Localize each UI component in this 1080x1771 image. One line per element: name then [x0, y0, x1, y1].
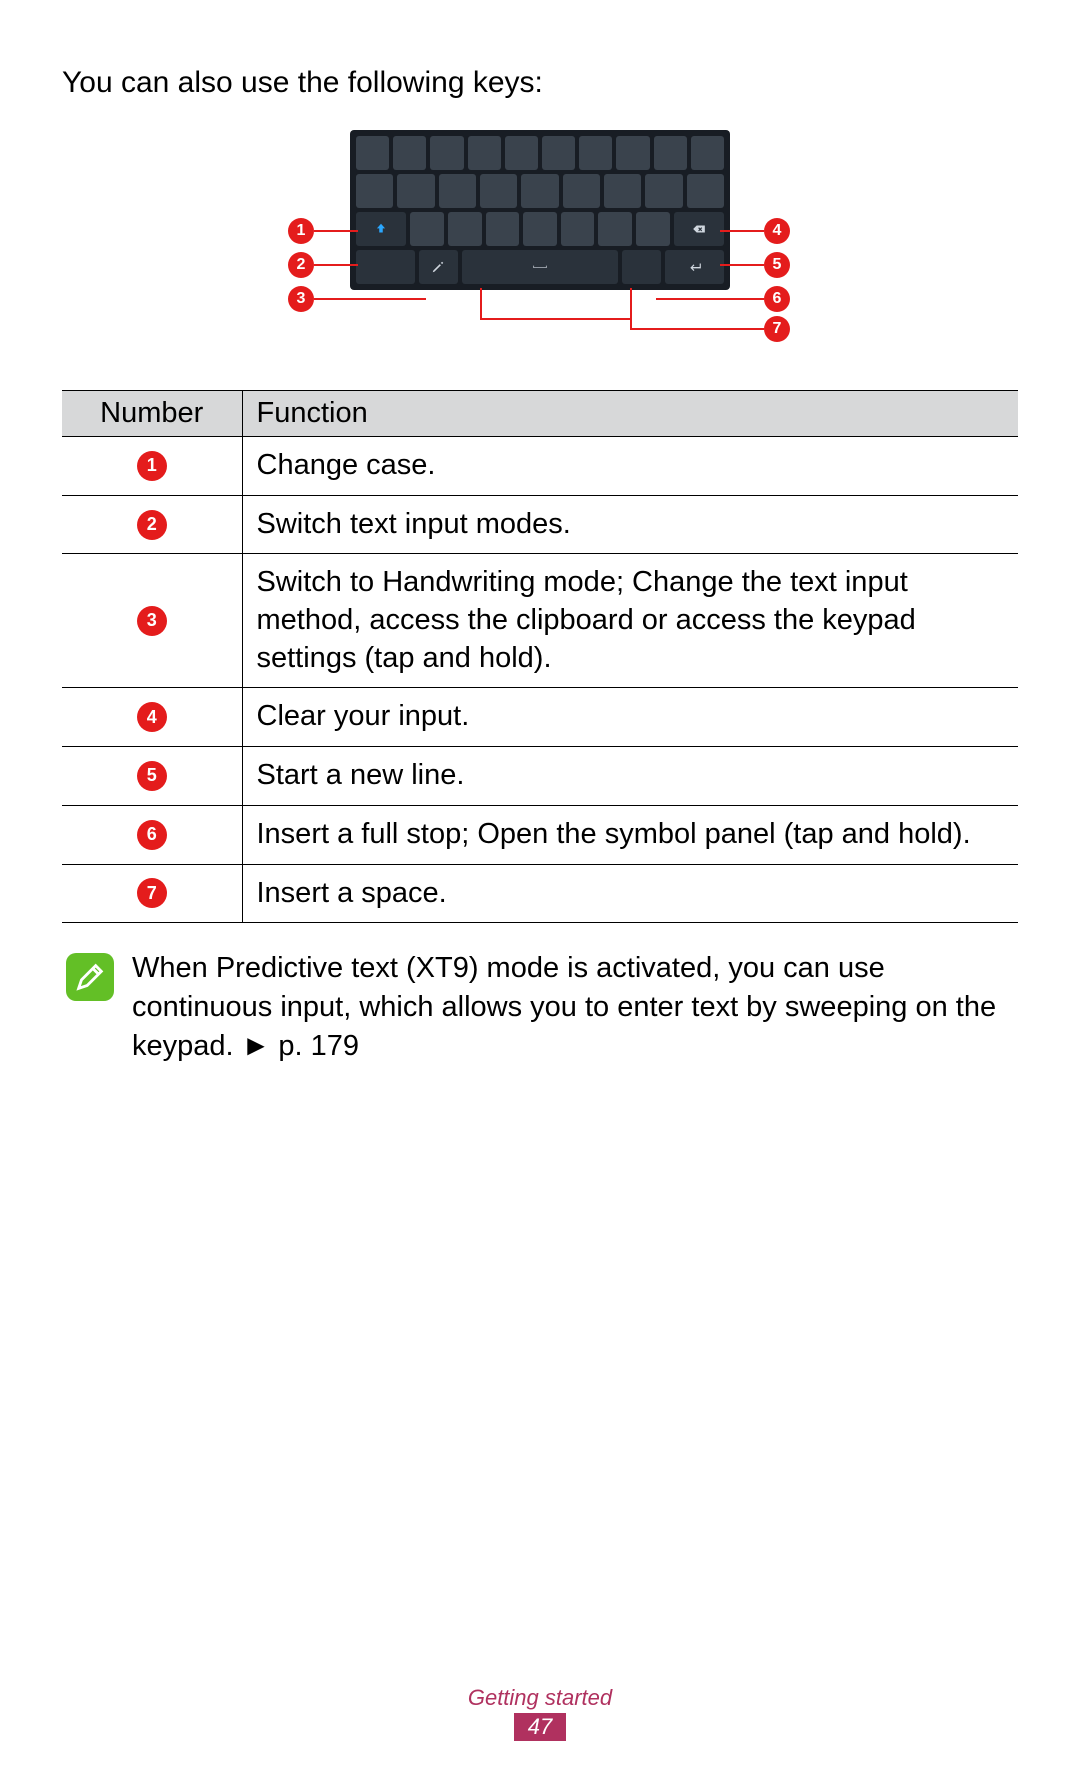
- keyboard-image: [350, 130, 730, 290]
- table-row: 7 Insert a space.: [62, 864, 1018, 923]
- callout-badge-1: 1: [288, 218, 314, 244]
- table-row: 1 Change case.: [62, 437, 1018, 496]
- row-badge: 5: [137, 761, 167, 791]
- backspace-key: [674, 212, 724, 246]
- function-table: Number Function 1 Change case. 2 Switch …: [62, 390, 1018, 923]
- row-badge: 4: [137, 702, 167, 732]
- table-header-number: Number: [62, 391, 242, 437]
- footer-page-number: 47: [514, 1713, 566, 1741]
- table-row: 3 Switch to Handwriting mode; Change the…: [62, 554, 1018, 688]
- row-function: Start a new line.: [242, 747, 1018, 806]
- handwriting-key: [419, 250, 458, 284]
- callout-badge-2: 2: [288, 252, 314, 278]
- note-icon: [66, 953, 114, 1001]
- callout-badge-4: 4: [764, 218, 790, 244]
- backspace-icon: [692, 222, 706, 236]
- row-function: Insert a space.: [242, 864, 1018, 923]
- row-function: Change case.: [242, 437, 1018, 496]
- fullstop-key: [622, 250, 661, 284]
- callout-badge-7: 7: [764, 316, 790, 342]
- footer-section: Getting started: [0, 1685, 1080, 1711]
- table-header-function: Function: [242, 391, 1018, 437]
- row-function: Switch text input modes.: [242, 495, 1018, 554]
- table-row: 6 Insert a full stop; Open the symbol pa…: [62, 805, 1018, 864]
- row-badge: 1: [137, 451, 167, 481]
- callout-badge-3: 3: [288, 286, 314, 312]
- space-icon: [533, 260, 547, 274]
- shift-key: [356, 212, 406, 246]
- row-function: Clear your input.: [242, 688, 1018, 747]
- row-function: Switch to Handwriting mode; Change the t…: [242, 554, 1018, 688]
- callout-badge-5: 5: [764, 252, 790, 278]
- mode-switch-key: [356, 250, 415, 284]
- row-badge: 2: [137, 510, 167, 540]
- enter-icon: [688, 260, 702, 274]
- callout-badge-6: 6: [764, 286, 790, 312]
- row-function: Insert a full stop; Open the symbol pane…: [242, 805, 1018, 864]
- row-badge: 7: [137, 878, 167, 908]
- handwriting-icon: [431, 260, 445, 274]
- shift-up-arrow-icon: [374, 222, 388, 236]
- intro-text: You can also use the following keys:: [62, 66, 1018, 100]
- note-text: When Predictive text (XT9) mode is activ…: [132, 949, 1014, 1066]
- keyboard-diagram: 1 2 3 4 5 6: [62, 130, 1018, 350]
- table-row: 4 Clear your input.: [62, 688, 1018, 747]
- row-badge: 6: [137, 820, 167, 850]
- note: When Predictive text (XT9) mode is activ…: [62, 949, 1018, 1066]
- enter-key: [665, 250, 724, 284]
- table-row: 5 Start a new line.: [62, 747, 1018, 806]
- page-footer: Getting started 47: [0, 1685, 1080, 1741]
- table-row: 2 Switch text input modes.: [62, 495, 1018, 554]
- row-badge: 3: [137, 606, 167, 636]
- space-key: [462, 250, 618, 284]
